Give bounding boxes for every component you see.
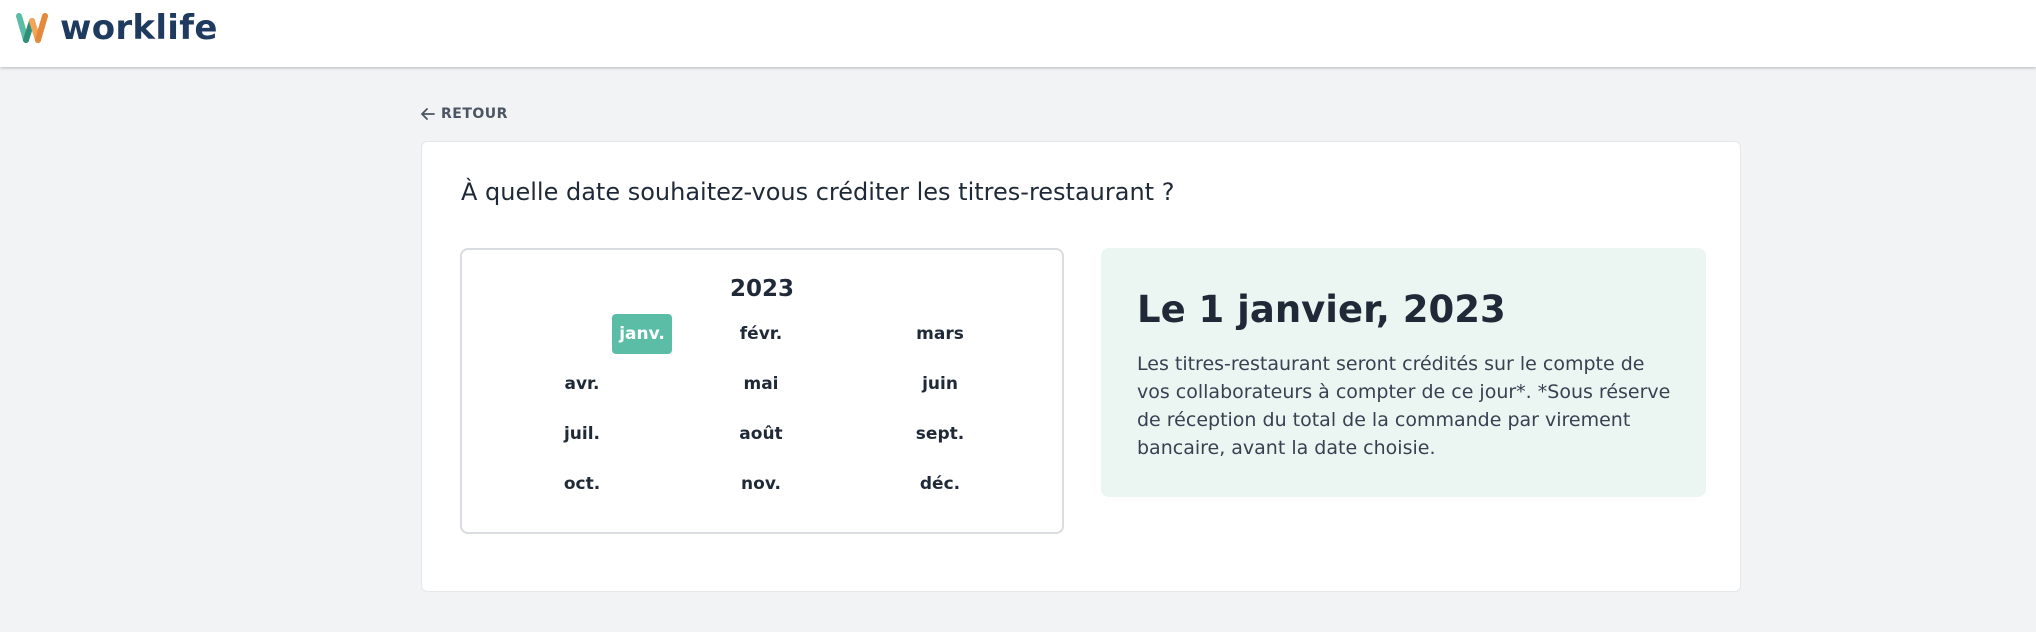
date-selection-card: À quelle date souhaitez-vous créditer le…: [421, 141, 1741, 592]
month-oct[interactable]: oct.: [522, 464, 642, 504]
month-dec[interactable]: déc.: [880, 464, 1000, 504]
month-sep[interactable]: sept.: [880, 414, 1000, 454]
month-mar[interactable]: mars: [880, 314, 1000, 354]
back-label: RETOUR: [441, 106, 508, 122]
brand-name: worklife: [60, 8, 218, 48]
month-jun[interactable]: juin: [880, 364, 1000, 404]
brand-logo[interactable]: worklife: [16, 10, 218, 46]
month-nov[interactable]: nov.: [701, 464, 821, 504]
arrow-left-icon: [421, 108, 435, 120]
month-may[interactable]: mai: [701, 364, 821, 404]
month-jul[interactable]: juil.: [522, 414, 642, 454]
selected-date-info-panel: Le 1 janvier, 2023 Les titres-restaurant…: [1101, 248, 1706, 497]
month-picker: 2023 janv. févr. mars avr. mai juin juil…: [460, 248, 1064, 534]
worklife-w-logo-icon: [16, 13, 48, 43]
month-apr[interactable]: avr.: [522, 364, 642, 404]
month-aug[interactable]: août: [701, 414, 821, 454]
page-question: À quelle date souhaitez-vous créditer le…: [461, 178, 1175, 206]
selected-date-heading: Le 1 janvier, 2023: [1137, 288, 1506, 331]
back-link[interactable]: RETOUR: [421, 106, 508, 122]
info-description: Les titres-restaurant seront crédités su…: [1137, 353, 1671, 459]
month-feb[interactable]: févr.: [701, 314, 821, 354]
month-jan[interactable]: janv.: [582, 314, 702, 354]
calendar-year[interactable]: 2023: [462, 276, 1062, 302]
top-bar: worklife: [0, 0, 2036, 67]
